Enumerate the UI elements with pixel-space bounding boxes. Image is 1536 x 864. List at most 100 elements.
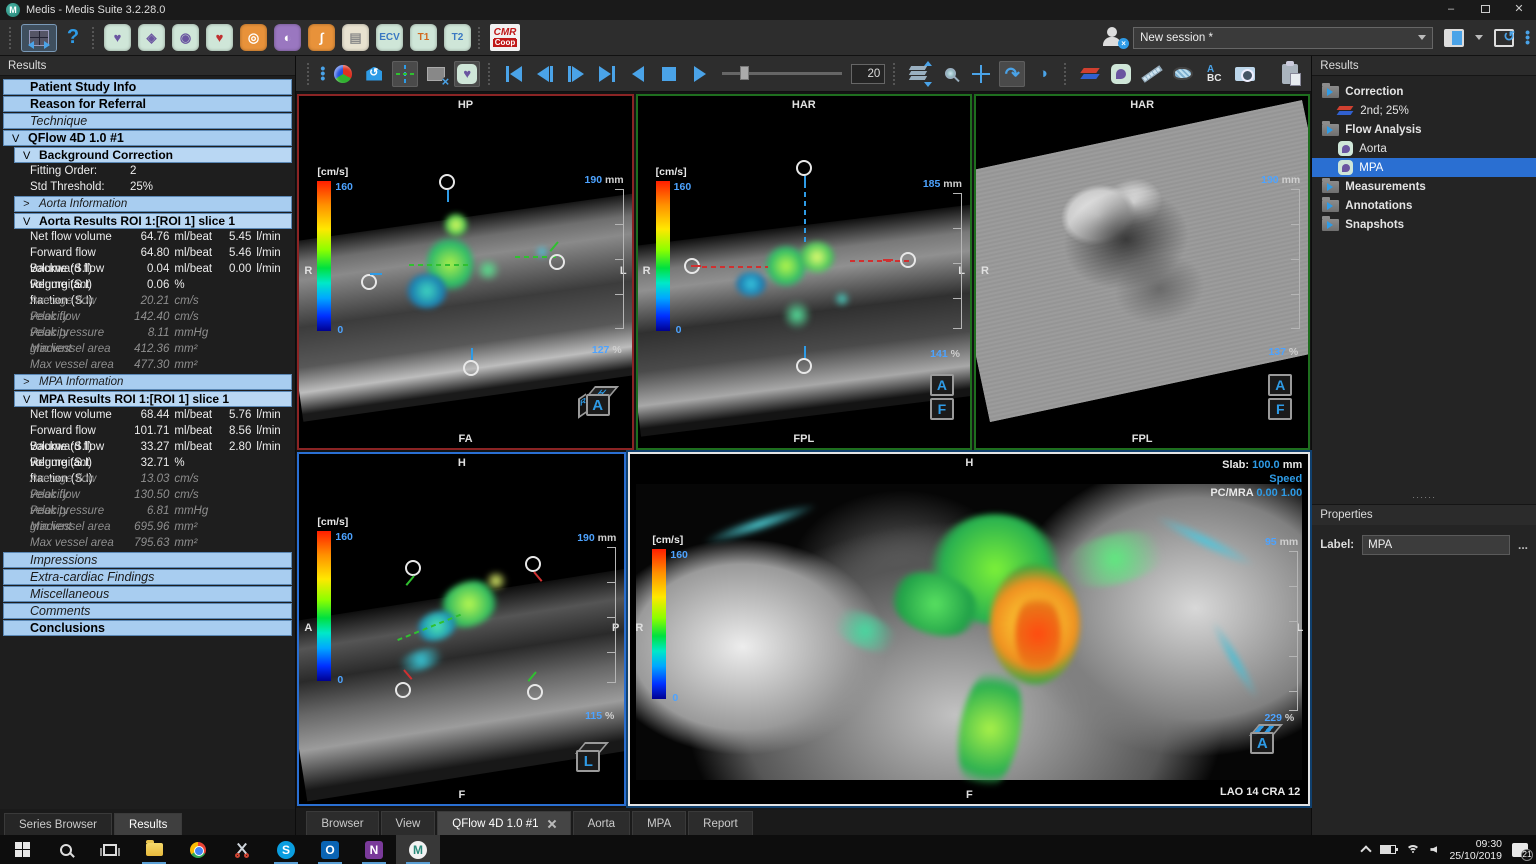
report-section-bar[interactable]: Miscellaneous — [3, 586, 292, 602]
viewport-menu-button[interactable]: ••• — [320, 66, 325, 81]
previous-frame-button[interactable] — [532, 61, 558, 87]
viewport-3d-pcmra[interactable]: H F R L Slab: 100.0 mm Speed PC/MRA 0.00… — [628, 452, 1310, 806]
collapse-icon[interactable]: V — [12, 132, 28, 147]
report-section-bar[interactable]: Reason for Referral — [3, 96, 292, 112]
tree-item[interactable]: Snapshots — [1312, 215, 1536, 234]
reset-view-button[interactable] — [361, 61, 387, 87]
scroll-slices-button[interactable] — [906, 61, 932, 87]
user-session-icon[interactable]: × — [1101, 27, 1127, 49]
minimize-button[interactable]: – — [1434, 0, 1468, 20]
report-section-bar[interactable]: Patient Study Info — [3, 79, 292, 95]
play-backward-button[interactable] — [625, 61, 651, 87]
annotation-tool-button[interactable] — [1170, 61, 1196, 87]
start-button[interactable] — [0, 835, 44, 864]
app-launch-button[interactable]: ▤ — [342, 24, 369, 51]
last-frame-button[interactable] — [594, 61, 620, 87]
report-section-bar[interactable]: Technique — [3, 113, 292, 129]
task-view-button[interactable] — [88, 835, 132, 864]
first-frame-button[interactable] — [501, 61, 527, 87]
notification-center-icon[interactable]: 21 — [1512, 843, 1528, 857]
collapse-icon[interactable]: V — [23, 149, 39, 164]
hide-image-button[interactable] — [423, 61, 449, 87]
correction-tool-button[interactable] — [1077, 61, 1103, 87]
expand-icon[interactable]: > — [23, 197, 39, 212]
viewport-har-fpl-phase[interactable]: HAR FPL R 190 mm 137 % A F — [974, 94, 1310, 450]
layout-switch-button[interactable] — [21, 24, 57, 52]
crosshair-toggle-button[interactable] — [392, 61, 418, 87]
label-field[interactable]: MPA — [1362, 535, 1510, 555]
more-options-button[interactable]: ... — [1518, 538, 1528, 552]
tree-item[interactable]: Measurements — [1312, 177, 1536, 196]
cmr-coop-button[interactable]: CMR Coop — [490, 24, 520, 51]
viewport-har-fpl-flow[interactable]: HAR FPL R L [cm/s] 160 0 185 mm — [636, 94, 972, 450]
frame-speed-slider[interactable] — [722, 72, 842, 75]
play-button[interactable] — [687, 61, 713, 87]
app-launch-button[interactable]: T1 — [410, 24, 437, 51]
save-session-dropdown-icon[interactable] — [1475, 35, 1483, 40]
snapshot-camera-button[interactable] — [1232, 61, 1258, 87]
aorta-results-bar[interactable]: VAorta Results ROI 1:[ROI 1] slice 1 — [14, 213, 292, 229]
slider-handle[interactable] — [740, 66, 749, 80]
app-launch-button[interactable]: T2 — [444, 24, 471, 51]
app-launch-button[interactable]: ◎ — [240, 24, 267, 51]
collapse-icon[interactable]: V — [23, 215, 39, 230]
toolbar-grip[interactable] — [893, 63, 898, 85]
snipping-tool-button[interactable] — [220, 835, 264, 864]
rotate-3d-tool-button[interactable]: ↷ — [999, 61, 1025, 87]
seed-point-marker[interactable] — [796, 160, 812, 176]
ruler-tool-button[interactable] — [1139, 61, 1165, 87]
orientation-cube[interactable]: H R A — [584, 386, 614, 416]
report-section-bar[interactable]: Impressions — [3, 552, 292, 568]
tree-item[interactable]: Correction — [1312, 82, 1536, 101]
app-launch-button[interactable]: ◉ — [172, 24, 199, 51]
orientation-cube[interactable]: A — [1248, 724, 1278, 754]
taskbar-search-button[interactable] — [44, 835, 88, 864]
zoom-tool-button[interactable] — [937, 61, 963, 87]
workspace-tab[interactable]: Aorta — [573, 811, 631, 835]
collapse-icon[interactable]: V — [23, 393, 39, 408]
outlook-button[interactable]: O — [308, 835, 352, 864]
color-overlay-button[interactable] — [330, 61, 356, 87]
qflow-section-bar[interactable]: VQFlow 4D 1.0 #1 — [3, 130, 292, 146]
tree-item[interactable]: Aorta — [1312, 139, 1536, 158]
medis-taskbar-button[interactable]: M — [396, 835, 440, 864]
seed-point-marker[interactable] — [900, 252, 916, 268]
app-launch-button[interactable]: ECV — [376, 24, 403, 51]
toolbar-grip[interactable] — [307, 63, 312, 85]
onenote-button[interactable]: N — [352, 835, 396, 864]
close-button[interactable]: ✕ — [1502, 0, 1536, 20]
help-button[interactable]: ? — [61, 26, 85, 49]
workspace-tab[interactable]: QFlow 4D 1.0 #1 — [437, 811, 570, 835]
aorta-information-bar[interactable]: >Aorta Information — [14, 196, 292, 212]
tree-item[interactable]: 2nd; 25% — [1312, 101, 1536, 120]
orientation-cube[interactable]: L — [574, 742, 604, 772]
orientation-cube[interactable]: A F — [930, 374, 956, 422]
background-correction-bar[interactable]: VBackground Correction — [14, 147, 292, 163]
volume-icon[interactable] — [1430, 846, 1437, 853]
save-session-button[interactable] — [1439, 25, 1469, 51]
stop-button[interactable] — [656, 61, 682, 87]
workspace-tab[interactable]: View — [381, 811, 436, 835]
report-section-bar[interactable]: Conclusions — [3, 620, 292, 636]
flow-overlay-toggle-button[interactable]: ♥ — [454, 61, 480, 87]
wifi-icon[interactable] — [1406, 845, 1420, 855]
toolbar-grip[interactable] — [1064, 63, 1069, 85]
mpa-results-bar[interactable]: VMPA Results ROI 1:[ROI 1] slice 1 — [14, 391, 292, 407]
app-launch-button[interactable]: ∫ — [308, 24, 335, 51]
taskbar-clock[interactable]: 09:30 25/10/2019 — [1449, 838, 1502, 862]
seed-point-marker[interactable] — [796, 358, 812, 374]
tree-item[interactable]: Flow Analysis — [1312, 120, 1536, 139]
seed-point-marker[interactable] — [405, 560, 421, 576]
report-section-bar[interactable]: Extra-cardiac Findings — [3, 569, 292, 585]
viewport-h-f-sagittal[interactable]: H F A P [cm/s] 160 0 190 mm — [297, 452, 626, 806]
flow-analysis-tool-button[interactable] — [1108, 61, 1134, 87]
window-level-button[interactable] — [1030, 61, 1056, 87]
app-launch-button[interactable]: ♥ — [104, 24, 131, 51]
chrome-button[interactable] — [176, 835, 220, 864]
overflow-menu-button[interactable]: ••• — [1525, 30, 1530, 45]
restore-button[interactable] — [1468, 0, 1502, 20]
close-tab-icon[interactable] — [547, 819, 556, 828]
report-section-bar[interactable]: Comments — [3, 603, 292, 619]
next-frame-button[interactable] — [563, 61, 589, 87]
workspace-tab[interactable]: Report — [688, 811, 753, 835]
